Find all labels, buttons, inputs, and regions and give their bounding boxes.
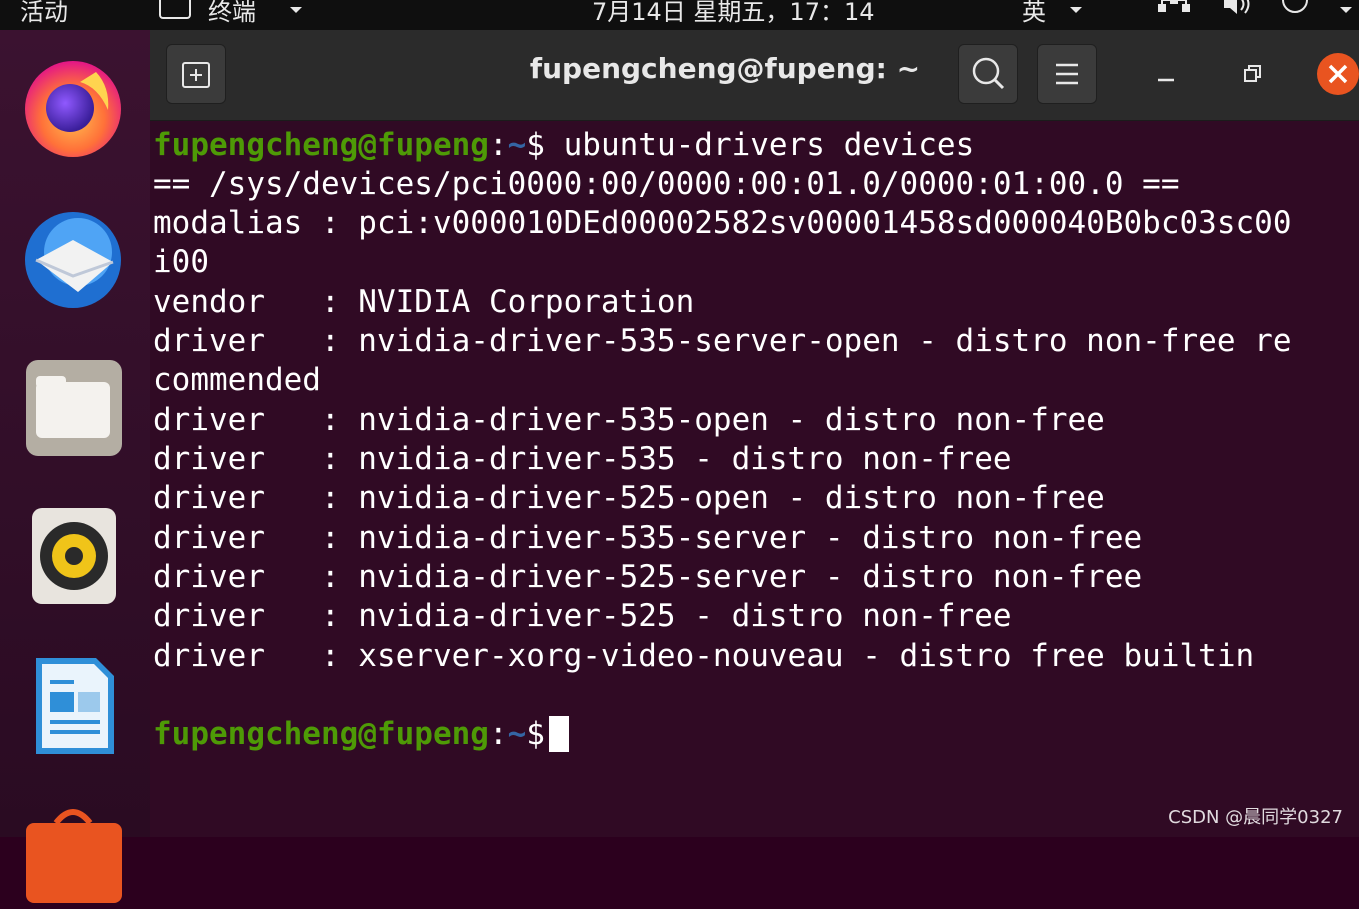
new-tab-button[interactable] [166,44,226,104]
output-line: driver : nvidia-driver-525-open - distro… [153,480,1105,516]
prompt-user: fupengcheng@fupeng [153,127,489,163]
output-line: driver : xserver-xorg-video-nouveau - di… [153,638,1254,674]
output-line: == /sys/devices/pci0000:00/0000:00:01.0/… [153,166,1180,202]
close-button[interactable] [1316,52,1359,96]
rhythmbox-icon[interactable] [18,500,128,610]
minimize-button[interactable] [1146,54,1186,94]
output-line: modalias : pci:v000010DEd00002582sv00001… [153,205,1291,241]
system-menu-chevron-icon[interactable] [1338,0,1354,24]
prompt-line: fupengcheng@fupeng:~$ [153,716,569,752]
chevron-down-icon [288,0,304,24]
restore-icon [1232,54,1272,94]
search-button[interactable] [958,44,1018,104]
watermark: CSDN @晨同学0327 [1168,803,1343,829]
thunderbird-icon[interactable] [18,200,128,310]
output-line: driver : nvidia-driver-535-server - dist… [153,520,1142,556]
output-line: driver : nvidia-driver-525 - distro non-… [153,598,1012,634]
output-line: driver : nvidia-driver-525-server - dist… [153,559,1142,595]
prompt-symbol: $ [526,716,545,752]
network-icon[interactable] [1156,0,1192,24]
minimize-icon [1146,54,1186,94]
window-title: fupengcheng@fupeng: ~ [480,52,970,85]
maximize-button[interactable] [1232,54,1272,94]
terminal-app-icon [158,0,192,28]
output-line: driver : nvidia-driver-535 - distro non-… [153,441,1012,477]
window-titlebar: fupengcheng@fupeng: ~ [150,30,1359,121]
prompt-separator: : [489,716,508,752]
app-menu-button[interactable]: 终端 [208,0,256,27]
input-method-indicator[interactable]: 英 [1022,0,1046,27]
activities-button[interactable]: 活动 [20,0,68,27]
output-line: driver : nvidia-driver-535-open - distro… [153,402,1105,438]
hamburger-menu-icon [1038,45,1096,103]
power-icon[interactable] [1280,0,1310,20]
search-icon [959,45,1017,103]
command-line: fupengcheng@fupeng:~$ ubuntu-drivers dev… [153,127,974,163]
volume-icon[interactable] [1222,0,1254,22]
firefox-icon[interactable] [18,52,128,162]
command-text: ubuntu-drivers devices [545,127,974,163]
input-method-chevron-icon [1068,0,1084,24]
prompt-path: ~ [508,127,527,163]
files-icon[interactable] [18,352,128,462]
output-line: vendor : NVIDIA Corporation [153,284,694,320]
clock[interactable]: 7月14日 星期五，17：14 [592,0,875,27]
top-bar: 活动 终端 7月14日 星期五，17：14 英 [0,0,1359,30]
text-cursor [549,716,569,752]
dock [0,30,150,837]
output-line: i00 [153,244,209,280]
terminal-view[interactable]: fupengcheng@fupeng:~$ ubuntu-drivers dev… [150,121,1359,837]
prompt-separator: : [489,127,508,163]
prompt-symbol: $ [526,127,545,163]
libreoffice-writer-icon[interactable] [18,650,128,760]
software-center-icon[interactable] [18,795,128,905]
prompt-path: ~ [508,716,527,752]
menu-button[interactable] [1037,44,1097,104]
prompt-user: fupengcheng@fupeng [153,716,489,752]
close-icon [1316,52,1359,96]
output-line: commended [153,362,321,398]
output-line: driver : nvidia-driver-535-server-open -… [153,323,1291,359]
new-tab-icon [167,45,225,103]
